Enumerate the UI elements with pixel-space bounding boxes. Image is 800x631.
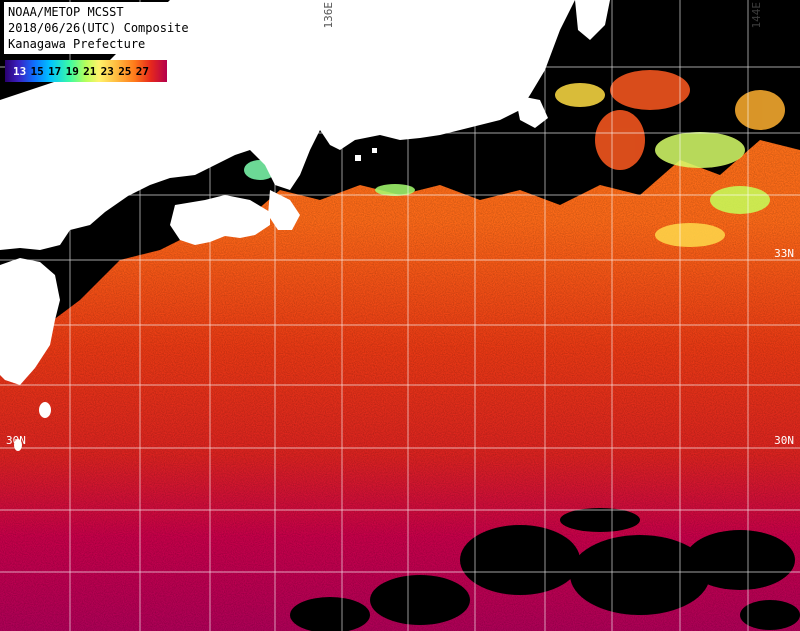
temperature-colorbar: 13 15 17 19 21 23 25 27 — [5, 60, 167, 82]
lon-label-136e: 136E — [322, 2, 335, 29]
lon-label-144e: 144E — [750, 2, 763, 29]
colorbar-labels: 13 15 17 19 21 23 25 27 — [5, 65, 167, 78]
colorbar-label: 21 — [83, 64, 97, 78]
colorbar-label: 13 — [13, 64, 27, 78]
colorbar-label: 27 — [135, 64, 149, 78]
sst-map-canvas — [0, 0, 800, 631]
lat-label-36n: 36N — [774, 55, 794, 68]
lat-label-33n: 33N — [774, 247, 794, 260]
title-line-1: NOAA/METOP MCSST — [8, 5, 124, 19]
lat-label-30n-right: 30N — [774, 434, 794, 447]
title-line-2: 2018/06/26(UTC) Composite — [8, 21, 189, 35]
colorbar-label: 15 — [30, 64, 44, 78]
colorbar-label: 23 — [100, 64, 114, 78]
map-title-box: NOAA/METOP MCSST 2018/06/26(UTC) Composi… — [4, 2, 193, 54]
sst-map-view: NOAA/METOP MCSST 2018/06/26(UTC) Composi… — [0, 0, 800, 631]
title-line-3: Kanagawa Prefecture — [8, 37, 146, 51]
colorbar-label: 17 — [48, 64, 62, 78]
lat-label-30n-left: 30N — [6, 434, 26, 447]
colorbar-label: 19 — [65, 64, 79, 78]
land-yakushima — [39, 402, 51, 418]
colorbar-label: 25 — [118, 64, 132, 78]
